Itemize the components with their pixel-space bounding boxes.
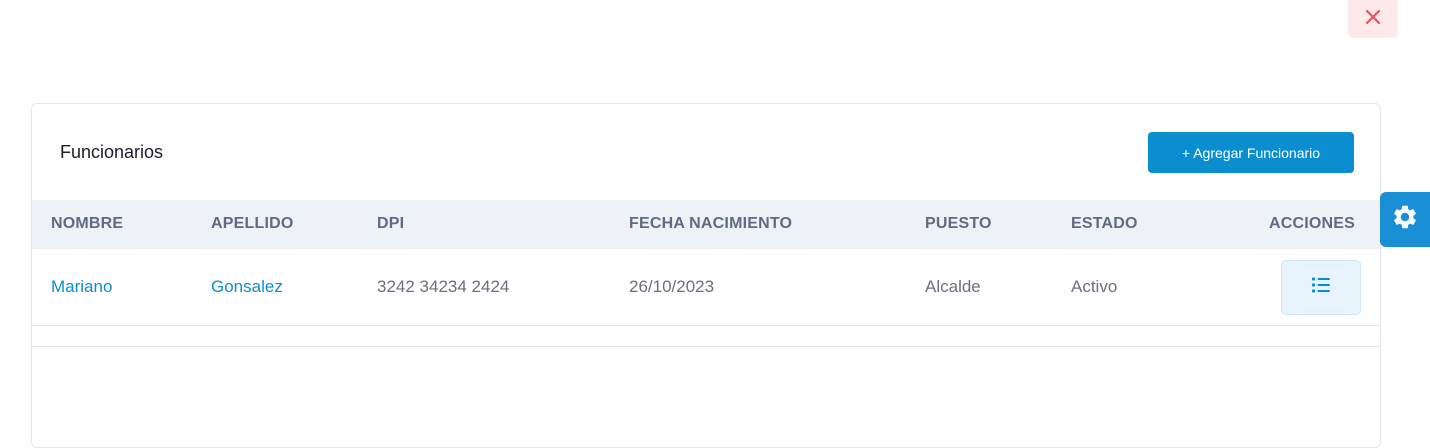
column-header-fecha-nacimiento[interactable]: FECHA NACIMIENTO	[629, 215, 792, 233]
close-button[interactable]	[1348, 0, 1398, 38]
gear-icon	[1391, 203, 1419, 236]
column-header-puesto[interactable]: PUESTO	[925, 215, 992, 233]
add-funcionario-button[interactable]: + Agregar Funcionario	[1148, 132, 1354, 173]
column-header-nombre[interactable]: NOMBRE	[51, 215, 123, 233]
column-header-apellido[interactable]: APELLIDO	[211, 215, 294, 233]
cell-dpi: 3242 34234 2424	[377, 277, 510, 296]
column-header-estado[interactable]: ESTADO	[1071, 215, 1138, 233]
cell-puesto: Alcalde	[925, 277, 981, 296]
table-header: NOMBRE APELLIDO DPI FECHA NACIMIENTO PUE…	[32, 200, 1380, 249]
cell-nombre[interactable]: Mariano	[51, 277, 112, 297]
funcionarios-card: Funcionarios + Agregar Funcionario NOMBR…	[31, 103, 1381, 448]
cell-estado: Activo	[1071, 277, 1118, 296]
column-header-dpi[interactable]: DPI	[377, 215, 404, 233]
cell-apellido[interactable]: Gonsalez	[211, 277, 283, 297]
column-header-acciones: ACCIONES	[1269, 215, 1356, 232]
cell-fecha-nacimiento: 26/10/2023	[629, 277, 715, 296]
settings-button[interactable]	[1380, 192, 1430, 247]
table-row: Mariano Gonsalez 3242 34234 2424 26/10/2…	[32, 249, 1380, 326]
row-actions-button[interactable]	[1281, 260, 1361, 315]
card-title: Funcionarios	[60, 142, 164, 162]
list-icon	[1311, 276, 1331, 299]
close-icon	[1365, 9, 1381, 30]
table-divider	[32, 346, 1380, 347]
